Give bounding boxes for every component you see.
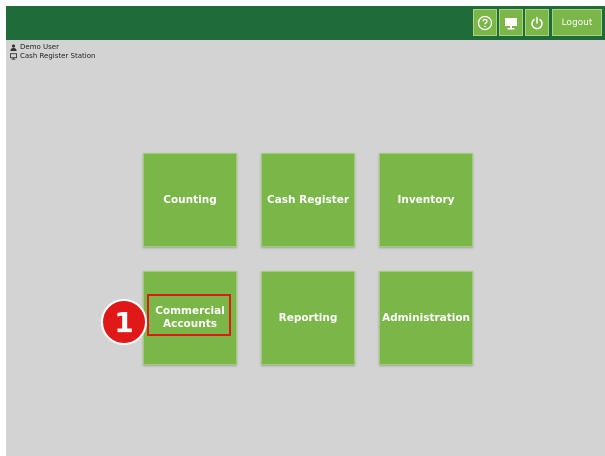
user-info: Demo User Cash Register Station [10, 43, 95, 61]
app-window: Logout Demo User Cash Register Station C… [6, 6, 605, 456]
tile-counting[interactable]: Counting [143, 153, 237, 247]
tile-label: Reporting [278, 311, 338, 324]
station-name: Cash Register Station [20, 52, 96, 60]
monitor-small-icon [10, 53, 17, 60]
user-row: Demo User [10, 43, 95, 52]
tile-label: Administration [381, 311, 471, 324]
tile-cash-register[interactable]: Cash Register [261, 153, 355, 247]
monitor-icon [505, 17, 517, 29]
highlight-box [147, 294, 231, 336]
tile-label: Inventory [397, 193, 455, 206]
user-name: Demo User [20, 43, 59, 51]
tile-inventory[interactable]: Inventory [379, 153, 473, 247]
power-icon [531, 16, 543, 29]
logout-button[interactable]: Logout [552, 9, 602, 36]
question-circle-icon [477, 15, 493, 30]
power-button[interactable] [525, 9, 549, 36]
user-icon [10, 44, 17, 51]
station-row: Cash Register Station [10, 52, 95, 61]
tile-reporting[interactable]: Reporting [261, 271, 355, 365]
tile-label: Counting [163, 193, 217, 206]
tile-label: Cash Register [266, 193, 350, 206]
logout-label: Logout [561, 17, 593, 28]
step-number: 1 [114, 305, 134, 339]
step-badge: 1 [101, 299, 147, 345]
station-button[interactable] [499, 9, 523, 36]
top-bar: Logout [6, 6, 605, 40]
help-button[interactable] [473, 9, 497, 36]
tile-administration[interactable]: Administration [379, 271, 473, 365]
